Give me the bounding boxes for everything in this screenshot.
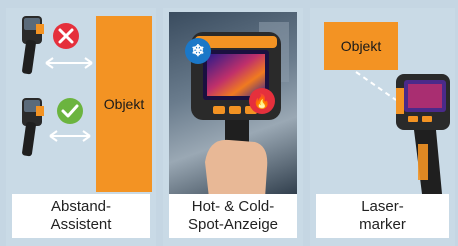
caption-distance-assistant: Abstand- Assistent — [12, 194, 150, 238]
panel-laser-marker: Objekt Laser- marker — [310, 8, 455, 246]
check-icon — [57, 98, 83, 124]
feature-strip: Objekt Abstand- Assistent ❄ 🔥 Hot- & Col… — [0, 0, 458, 246]
panel-hot-cold-spot: ❄ 🔥 Hot- & Cold- Spot-Anzeige — [163, 8, 303, 246]
object-label: Objekt — [103, 96, 145, 112]
distance-arrow-short — [49, 130, 91, 142]
camera-icon — [22, 98, 44, 157]
caption-text: Abstand- Assistent — [50, 198, 112, 233]
camera-icon — [22, 16, 44, 75]
snowflake-icon: ❄ — [185, 38, 211, 64]
caption-text: Laser- marker — [359, 198, 406, 233]
panel-distance-assistant: Objekt Abstand- Assistent — [6, 8, 156, 246]
distance-arrow-long — [45, 57, 93, 69]
caption-text: Hot- & Cold- Spot-Anzeige — [187, 198, 279, 233]
flame-icon: 🔥 — [249, 88, 275, 114]
camera-icon — [396, 74, 450, 194]
caption-hot-cold-spot: Hot- & Cold- Spot-Anzeige — [169, 194, 297, 238]
x-icon — [53, 23, 79, 49]
thermal-camera-photo: ❄ 🔥 — [169, 12, 297, 198]
camera-photo-illustration — [191, 22, 289, 198]
caption-laser-marker: Laser- marker — [316, 194, 449, 238]
object-box: Objekt — [96, 16, 152, 192]
laser-beam — [355, 71, 397, 101]
laser-camera-illustration — [355, 71, 450, 194]
